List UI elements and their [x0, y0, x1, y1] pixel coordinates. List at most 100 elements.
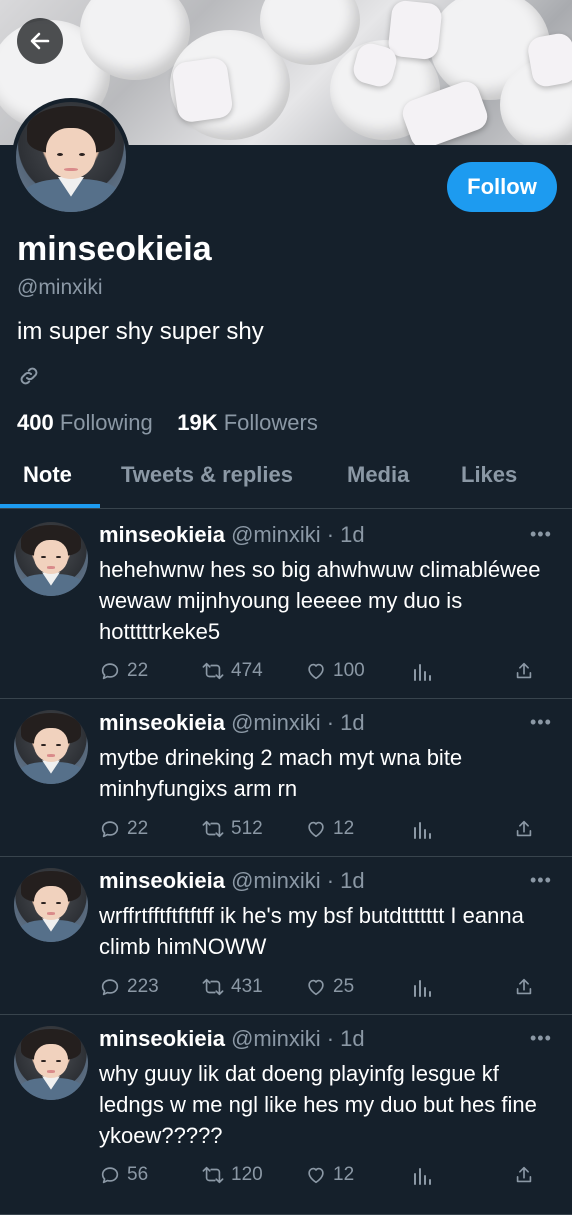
tweet[interactable]: minseokieia @minxiki · 1d ••• why guuy lik…	[0, 1014, 572, 1215]
tweet[interactable]: minseokieia @minxiki · 1d ••• mytbe drinek…	[0, 698, 572, 857]
like-icon	[308, 979, 324, 996]
following-count: 400	[17, 410, 54, 435]
like-button[interactable]: 100	[305, 660, 365, 682]
tweet-author-name[interactable]: minseokieia	[99, 868, 225, 893]
like-count: 25	[333, 976, 355, 997]
like-count: 100	[333, 660, 365, 681]
like-icon	[308, 821, 324, 838]
share-icon	[516, 662, 532, 679]
tweet-avatar[interactable]	[14, 710, 88, 784]
retweet-count: 474	[231, 660, 263, 681]
share-icon	[516, 1166, 532, 1183]
tweet-header: minseokieia @minxiki · 1d	[99, 868, 365, 894]
tweet-handle-time: @minxiki · 1d	[231, 522, 365, 547]
share-button[interactable]	[513, 1164, 535, 1186]
retweet-count: 512	[231, 818, 263, 839]
share-button[interactable]	[513, 818, 535, 840]
back-button[interactable]	[17, 18, 63, 64]
profile-display-name: minseokieia	[17, 230, 212, 268]
tweet-actions: 223 431 25	[99, 976, 549, 1004]
reply-button[interactable]: 56	[99, 1164, 148, 1186]
retweet-button[interactable]: 431	[201, 976, 263, 998]
tweet-avatar[interactable]	[14, 1026, 88, 1100]
tweet-header: minseokieia @minxiki · 1d	[99, 1026, 365, 1052]
tweet-avatar[interactable]	[14, 522, 88, 596]
reply-icon	[101, 821, 119, 838]
reply-count: 56	[127, 1164, 149, 1185]
tweet-text: why guuy lik dat doeng playinfg lesgue k…	[99, 1061, 537, 1148]
more-icon[interactable]: •••	[530, 1028, 552, 1049]
reply-button[interactable]: 223	[99, 976, 159, 998]
like-button[interactable]: 25	[305, 976, 354, 998]
reply-button[interactable]: 22	[99, 660, 148, 682]
like-count: 12	[333, 818, 355, 839]
tweet-author-name[interactable]: minseokieia	[99, 710, 225, 735]
reply-button[interactable]: 22	[99, 818, 148, 840]
profile-tabs: Note Tweets & replies Media Likes	[0, 448, 572, 508]
following-stat[interactable]: 400 Following	[17, 410, 153, 435]
analytics-button[interactable]	[412, 660, 432, 682]
reply-icon	[101, 1167, 119, 1184]
share-button[interactable]	[513, 976, 535, 998]
following-label: Following	[59, 410, 153, 435]
tweet-text: hehehwnw hes so big ahwhwuw climabléwee …	[99, 557, 541, 644]
followers-stat[interactable]: 19K Followers	[177, 410, 318, 435]
analytics-icon	[414, 822, 431, 839]
retweet-icon	[202, 1166, 224, 1184]
analytics-icon	[414, 664, 431, 681]
followers-count: 19K	[177, 410, 218, 435]
reply-count: 22	[127, 660, 149, 681]
analytics-icon	[414, 1168, 431, 1185]
retweet-count: 431	[231, 976, 263, 997]
like-button[interactable]: 12	[305, 818, 354, 840]
tweet-header: minseokieia @minxiki · 1d	[99, 710, 365, 736]
more-icon[interactable]: •••	[530, 712, 552, 733]
tweet-handle-time: @minxiki · 1d	[231, 868, 365, 893]
tab-tweets-replies[interactable]: Tweets & replies	[121, 462, 293, 488]
analytics-button[interactable]	[412, 818, 432, 840]
profile-handle: @minxiki	[17, 276, 103, 299]
retweet-icon	[202, 978, 224, 996]
like-button[interactable]: 12	[305, 1164, 354, 1186]
tweet-author-name[interactable]: minseokieia	[99, 522, 225, 547]
tweet-actions: 22 474 100	[99, 660, 549, 688]
share-icon	[516, 820, 532, 837]
share-button[interactable]	[513, 660, 535, 682]
tweet-handle-time: @minxiki · 1d	[231, 1026, 365, 1051]
like-icon	[308, 663, 324, 680]
retweet-button[interactable]: 474	[201, 660, 263, 682]
analytics-button[interactable]	[412, 976, 432, 998]
follow-button[interactable]: Follow	[447, 162, 557, 212]
tweet-avatar[interactable]	[14, 868, 88, 942]
tweet-actions: 22 512 12	[99, 818, 549, 846]
like-icon	[308, 1167, 324, 1184]
retweet-count: 120	[231, 1164, 263, 1185]
reply-count: 223	[127, 976, 159, 997]
tab-note[interactable]: Note	[23, 462, 72, 488]
followers-label: Followers	[223, 410, 318, 435]
tweet-author-name[interactable]: minseokieia	[99, 1026, 225, 1051]
retweet-icon	[202, 820, 224, 838]
link-icon[interactable]	[17, 364, 41, 393]
reply-count: 22	[127, 818, 149, 839]
analytics-icon	[414, 980, 431, 997]
profile-avatar[interactable]	[12, 98, 130, 216]
tweet-header: minseokieia @minxiki · 1d	[99, 522, 365, 548]
tweet[interactable]: minseokieia @minxiki · 1d ••• wrffrtfftftf…	[0, 856, 572, 1015]
retweet-button[interactable]: 512	[201, 818, 263, 840]
tabs-divider	[0, 508, 572, 509]
retweet-icon	[202, 662, 224, 680]
tab-media[interactable]: Media	[347, 462, 409, 488]
tweet-text: wrffrtfftftftftff ik he's my bsf butdttt…	[99, 903, 524, 959]
tab-likes[interactable]: Likes	[461, 462, 517, 488]
retweet-button[interactable]: 120	[201, 1164, 263, 1186]
profile-bio: im super shy super shy	[17, 318, 264, 345]
more-icon[interactable]: •••	[530, 870, 552, 891]
reply-icon	[101, 663, 119, 680]
analytics-button[interactable]	[412, 1164, 432, 1186]
tweet[interactable]: minseokieia @minxiki · 1d ••• hehehwnw hes…	[0, 510, 572, 699]
back-arrow-icon	[30, 32, 50, 50]
tweet-handle-time: @minxiki · 1d	[231, 710, 365, 735]
like-count: 12	[333, 1164, 355, 1185]
more-icon[interactable]: •••	[530, 524, 552, 545]
